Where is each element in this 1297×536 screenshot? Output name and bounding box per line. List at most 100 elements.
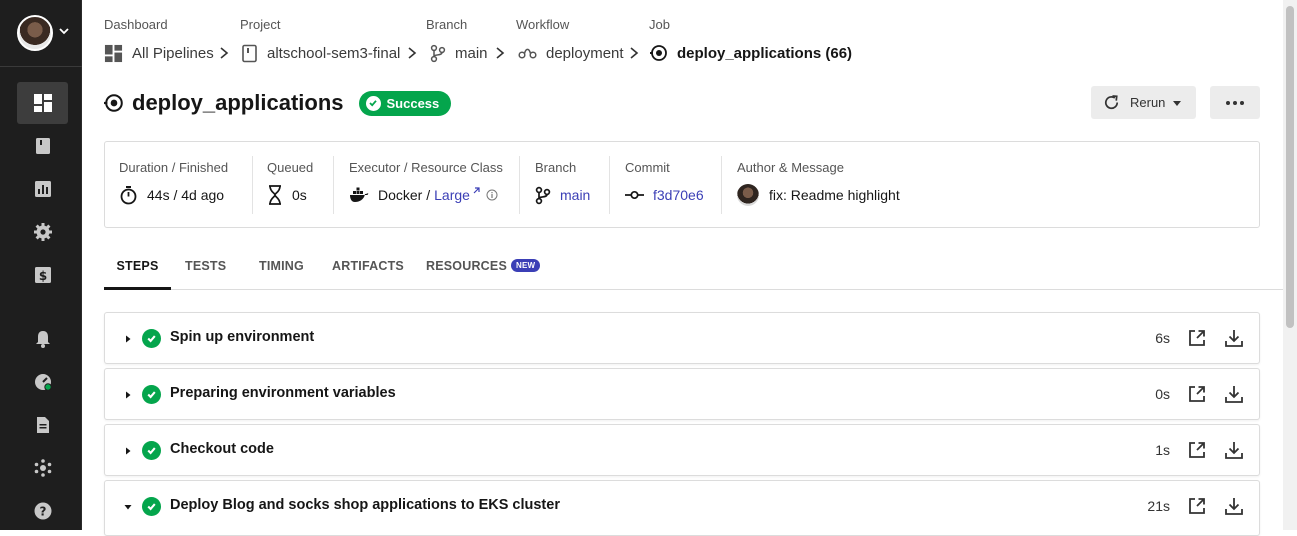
job-header: deploy_applications Success xyxy=(104,88,452,118)
breadcrumb-text: main xyxy=(455,44,488,62)
sidebar-item-projects[interactable] xyxy=(17,125,68,167)
user-avatar[interactable] xyxy=(17,15,53,51)
download-icon[interactable] xyxy=(1224,496,1244,516)
status-badge: Success xyxy=(358,90,452,116)
open-new-tab-icon[interactable] xyxy=(1187,328,1207,348)
caret-right-icon[interactable] xyxy=(123,390,133,400)
breadcrumb-workflow[interactable]: deployment xyxy=(518,43,624,63)
branch-icon xyxy=(535,186,551,204)
breadcrumb-text: All Pipelines xyxy=(132,44,214,62)
chevron-right-icon xyxy=(630,47,639,59)
stopwatch-icon xyxy=(120,186,137,205)
job-icon xyxy=(650,45,667,61)
chevron-right-icon xyxy=(408,47,417,59)
sidebar-item-help[interactable]: ? xyxy=(17,490,68,532)
page-title: deploy_applications xyxy=(132,90,344,115)
executor-label: Executor / Resource Class xyxy=(349,160,503,175)
more-horizontal-icon xyxy=(1226,100,1244,105)
download-icon[interactable] xyxy=(1224,328,1244,348)
success-check-icon xyxy=(142,497,161,516)
open-new-tab-icon[interactable] xyxy=(1187,384,1207,404)
refresh-icon xyxy=(1105,95,1119,110)
branch-link[interactable]: main xyxy=(560,187,590,203)
bell-icon xyxy=(35,331,50,348)
more-actions-button[interactable] xyxy=(1210,86,1260,119)
step-row[interactable]: Deploy Blog and socks shop applications … xyxy=(104,480,1260,536)
sidebar: $ ? xyxy=(0,0,82,530)
docker-icon xyxy=(350,187,369,202)
success-check-icon xyxy=(142,329,161,348)
sidebar-item-dashboard[interactable] xyxy=(17,82,68,124)
help-icon: ? xyxy=(34,502,51,520)
commit-message: fix: Readme highlight xyxy=(769,187,900,203)
external-link-icon[interactable] xyxy=(472,186,481,195)
svg-text:?: ? xyxy=(39,505,46,519)
step-duration: 1s xyxy=(1155,442,1170,458)
info-icon[interactable] xyxy=(486,189,498,201)
rerun-button[interactable]: Rerun xyxy=(1091,86,1196,119)
scrollbar-thumb[interactable] xyxy=(1286,6,1294,328)
document-icon xyxy=(36,417,49,433)
caret-right-icon[interactable] xyxy=(123,334,133,344)
sidebar-item-community[interactable] xyxy=(17,447,68,489)
queued-label: Queued xyxy=(267,160,314,175)
caret-right-icon[interactable] xyxy=(123,446,133,456)
step-row[interactable]: Spin up environment 6s xyxy=(104,312,1260,364)
step-name: Preparing environment variables xyxy=(170,385,396,401)
tab-timing[interactable]: TIMING xyxy=(259,250,304,290)
sidebar-item-docs[interactable] xyxy=(17,404,68,446)
new-badge: NEW xyxy=(510,259,541,272)
job-info-card: Duration / Finished 44s / 4d ago Queued … xyxy=(104,141,1260,228)
breadcrumb-project[interactable]: altschool-sem3-final xyxy=(241,43,400,63)
svg-text:$: $ xyxy=(38,269,46,283)
step-row[interactable]: Checkout code 1s xyxy=(104,424,1260,476)
main-content: Dashboard Project Branch Workflow Job Al… xyxy=(83,0,1284,536)
step-name: Deploy Blog and socks shop applications … xyxy=(170,497,560,513)
checkmark-icon xyxy=(365,95,381,111)
caret-down-icon[interactable] xyxy=(123,502,133,512)
breadcrumb-text: altschool-sem3-final xyxy=(267,44,401,62)
caret-down-icon xyxy=(1173,100,1182,106)
open-new-tab-icon[interactable] xyxy=(1187,496,1207,516)
dashboard-icon xyxy=(104,44,123,62)
sidebar-item-status[interactable] xyxy=(17,361,68,403)
breadcrumb-label-dashboard: Dashboard xyxy=(104,17,168,32)
job-tabs: STEPS TESTS TIMING ARTIFACTS RESOURCES NE… xyxy=(104,250,1284,290)
chevron-down-icon[interactable] xyxy=(58,25,70,37)
sidebar-item-notifications[interactable] xyxy=(17,318,68,360)
step-duration: 6s xyxy=(1155,330,1170,346)
tab-artifacts[interactable]: ARTIFACTS xyxy=(332,250,404,290)
breadcrumb-text: deploy_applications (66) xyxy=(677,44,853,62)
rerun-label: Rerun xyxy=(1130,95,1166,110)
executor-value: Docker / xyxy=(378,187,431,203)
branch-icon xyxy=(430,44,446,62)
step-duration: 21s xyxy=(1147,498,1170,514)
breadcrumb-branch[interactable]: main xyxy=(430,43,488,63)
sidebar-item-insights[interactable] xyxy=(17,168,68,210)
queued-value: 0s xyxy=(292,187,307,203)
breadcrumb-job[interactable]: deploy_applications (66) xyxy=(650,43,852,63)
divider xyxy=(721,156,722,214)
duration-label: Duration / Finished xyxy=(119,160,229,175)
book-icon xyxy=(242,44,257,62)
step-name: Checkout code xyxy=(170,441,274,457)
breadcrumb-all-pipelines[interactable]: All Pipelines xyxy=(104,43,214,63)
breadcrumb-label-branch: Branch xyxy=(426,17,468,32)
sidebar-item-plan[interactable]: $ xyxy=(17,254,68,296)
page-scrollbar[interactable] xyxy=(1283,0,1297,530)
divider xyxy=(252,156,253,214)
chart-icon xyxy=(34,181,51,197)
tab-resources[interactable]: RESOURCES NEW xyxy=(426,250,541,290)
resource-class-link[interactable]: Large xyxy=(434,187,470,203)
tab-tests[interactable]: TESTS xyxy=(185,250,226,290)
open-new-tab-icon[interactable] xyxy=(1187,440,1207,460)
status-text: Success xyxy=(386,95,440,111)
download-icon[interactable] xyxy=(1224,384,1244,404)
download-icon[interactable] xyxy=(1224,440,1244,460)
tab-steps[interactable]: STEPS xyxy=(104,250,171,290)
dollar-icon: $ xyxy=(34,267,51,283)
sidebar-item-settings[interactable] xyxy=(17,211,68,253)
commit-link[interactable]: f3d70e6 xyxy=(653,187,704,203)
step-row[interactable]: Preparing environment variables 0s xyxy=(104,368,1260,420)
author-avatar xyxy=(737,184,759,206)
